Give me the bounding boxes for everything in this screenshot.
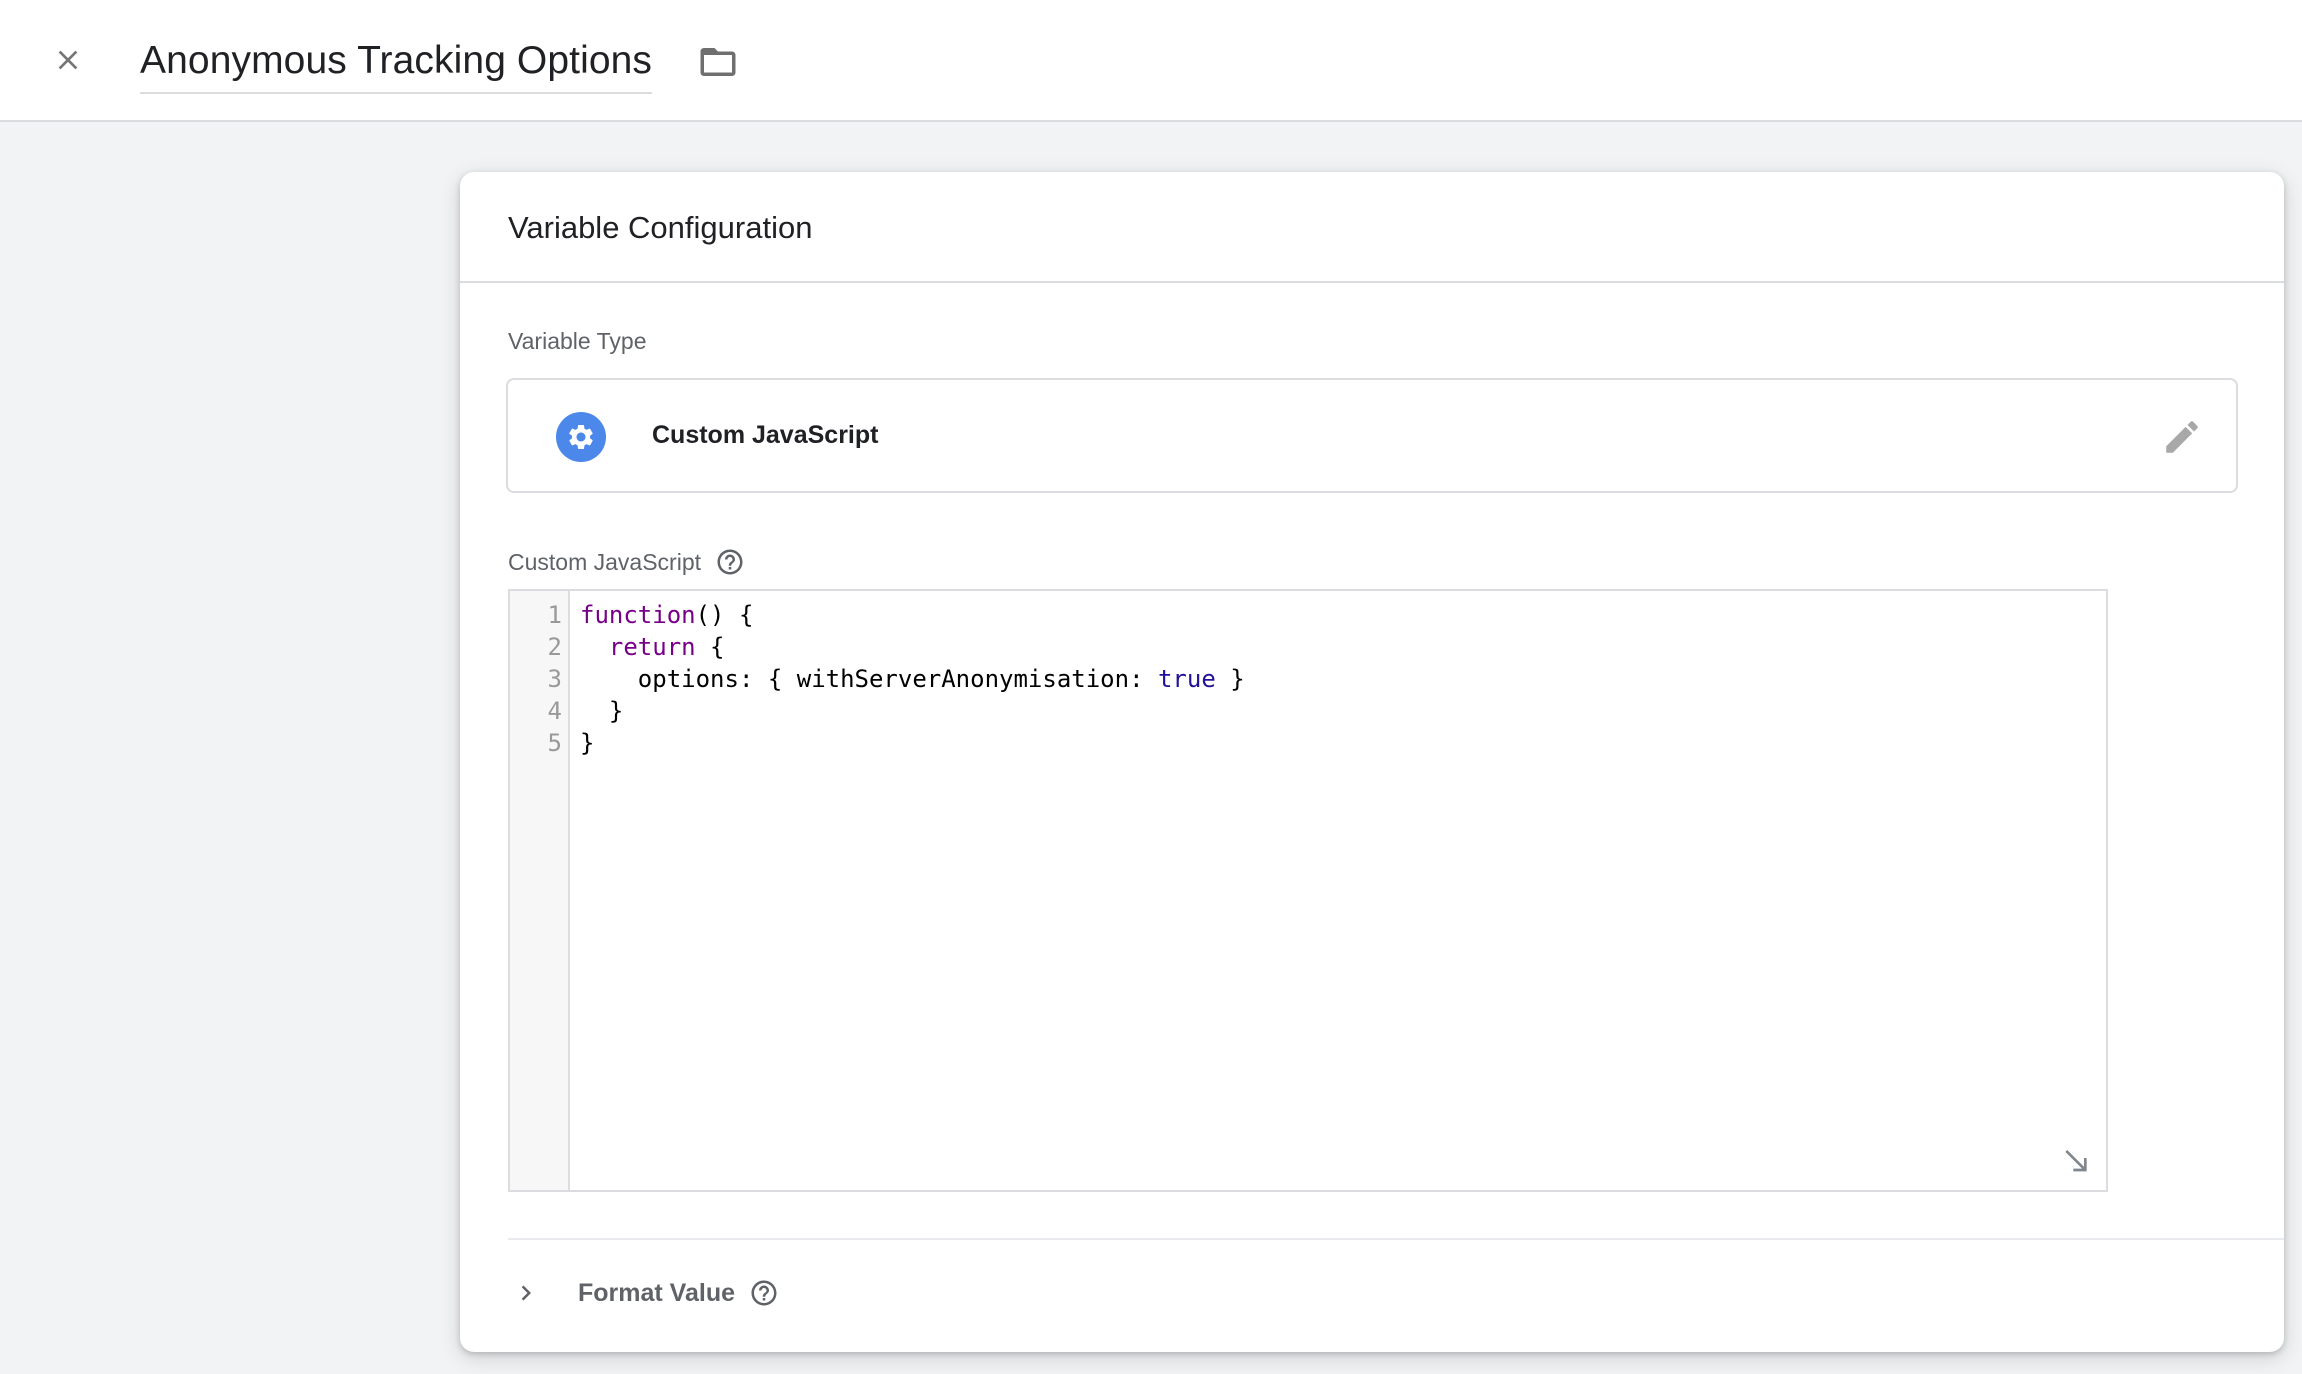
- editor-resize-handle[interactable]: [2060, 1146, 2092, 1178]
- format-value-label: Format Value: [578, 1279, 735, 1307]
- variable-type-selector[interactable]: Custom JavaScript: [506, 378, 2238, 493]
- variable-name-input[interactable]: Anonymous Tracking Options: [140, 34, 653, 94]
- folder-icon: [700, 48, 736, 76]
- line-number: 2: [547, 633, 562, 661]
- custom-javascript-help-button[interactable]: [715, 547, 745, 577]
- section-divider: [508, 1238, 2284, 1240]
- code-line: options: { withServerAnonymisation: true…: [580, 663, 1245, 695]
- help-circle-icon: [717, 549, 743, 575]
- code-token: }: [1215, 665, 1245, 693]
- close-button[interactable]: [44, 36, 92, 84]
- variable-type-badge: [556, 412, 606, 462]
- folder-button[interactable]: [694, 38, 742, 86]
- variable-configuration-card: Variable Configuration Variable Type Cus…: [460, 172, 2284, 1352]
- resize-arrow-icon: [2065, 1150, 2087, 1172]
- close-icon: [58, 50, 78, 70]
- line-number: 1: [547, 601, 562, 629]
- line-number: 5: [547, 729, 562, 757]
- code-line: }: [580, 727, 1245, 759]
- format-value-help-button[interactable]: [749, 1278, 779, 1308]
- code-line: }: [580, 695, 1245, 727]
- help-circle-icon: [751, 1280, 777, 1306]
- top-bar: Anonymous Tracking Options: [0, 0, 2302, 122]
- line-number: 4: [547, 697, 562, 725]
- custom-javascript-label: Custom JavaScript: [508, 549, 702, 575]
- variable-type-name: Custom JavaScript: [652, 421, 879, 449]
- pencil-icon: [2166, 421, 2198, 453]
- code-keyword: function: [580, 601, 696, 629]
- line-number: 3: [547, 665, 562, 693]
- code-token: () {: [695, 601, 754, 629]
- line-number-gutter: 1 2 3 4 5: [510, 591, 570, 1190]
- code-token: {: [695, 633, 725, 661]
- gear-icon: [568, 425, 593, 449]
- code-token: options: { withServerAnonymisation:: [637, 665, 1158, 693]
- edit-variable-type-button[interactable]: [2158, 413, 2206, 461]
- card-title: Variable Configuration: [508, 210, 813, 245]
- code-line: function() {: [580, 599, 1245, 631]
- custom-javascript-label-row: Custom JavaScript: [508, 547, 745, 577]
- variable-type-label: Variable Type: [508, 328, 647, 354]
- chevron-right-icon: [508, 1275, 544, 1311]
- code-line: return {: [580, 631, 1245, 663]
- code-content[interactable]: function() { return { options: { withSer…: [580, 599, 1245, 759]
- code-keyword: return: [608, 633, 696, 661]
- code-literal: true: [1157, 665, 1216, 693]
- code-editor[interactable]: 1 2 3 4 5 function() { return { options:…: [508, 589, 2108, 1192]
- card-header: Variable Configuration: [460, 172, 2284, 283]
- code-token: }: [608, 697, 624, 725]
- code-token: }: [580, 729, 595, 757]
- format-value-toggle[interactable]: Format Value: [508, 1268, 779, 1318]
